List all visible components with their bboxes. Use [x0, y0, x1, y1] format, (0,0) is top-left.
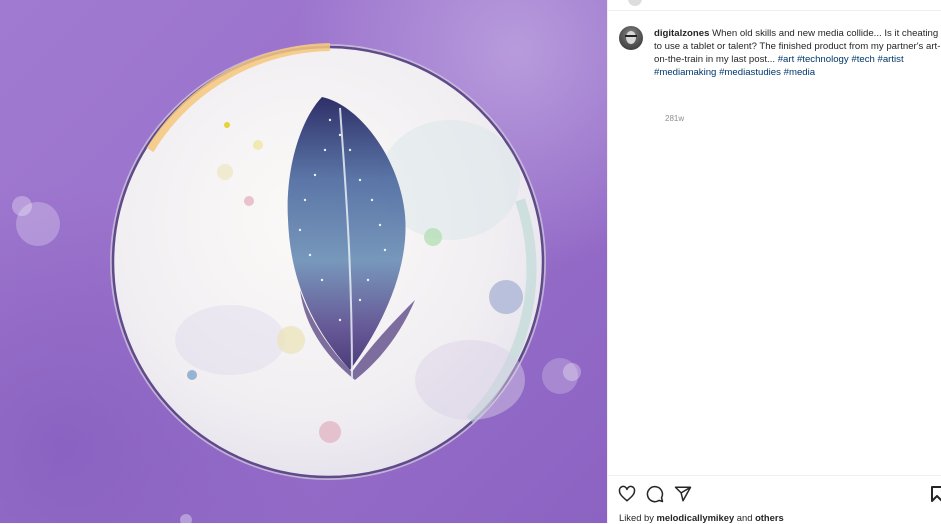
post-details-panel: digitalzones When old skills and new med… [607, 0, 941, 523]
feather-artwork [12, 43, 581, 523]
caption: digitalzones When old skills and new med… [654, 27, 941, 79]
post-timestamp[interactable]: 281w [665, 114, 684, 123]
hashtag-link[interactable]: #mediastudies [719, 67, 781, 78]
header-avatar[interactable] [628, 0, 642, 6]
avatar-glasses [625, 35, 637, 37]
hashtag-link[interactable]: #artist [878, 54, 904, 65]
share-icon[interactable] [674, 485, 692, 503]
likes-user-link[interactable]: melodicallymikey [657, 512, 735, 523]
likes-summary: Liked by melodicallymikey and others [619, 512, 784, 523]
header-strip [608, 0, 941, 11]
hashtag-link[interactable]: #art [778, 54, 795, 65]
likes-prefix: Liked by [619, 512, 654, 523]
hashtag-link[interactable]: #tech [851, 54, 874, 65]
heart-icon[interactable] [618, 485, 636, 503]
likes-others-link[interactable]: others [755, 512, 784, 523]
likes-conjunction: and [736, 512, 753, 523]
avatar-face [626, 31, 636, 44]
hashtag-link[interactable]: #mediamaking [654, 67, 716, 78]
hashtag-link[interactable]: #media [784, 67, 815, 78]
hashtag-link[interactable]: #technology [797, 54, 849, 65]
comment-icon[interactable] [646, 485, 664, 503]
caption-username[interactable]: digitalzones [654, 28, 709, 39]
avatar[interactable] [619, 26, 643, 50]
post-image[interactable] [0, 0, 607, 523]
bookmark-icon[interactable] [930, 485, 941, 503]
